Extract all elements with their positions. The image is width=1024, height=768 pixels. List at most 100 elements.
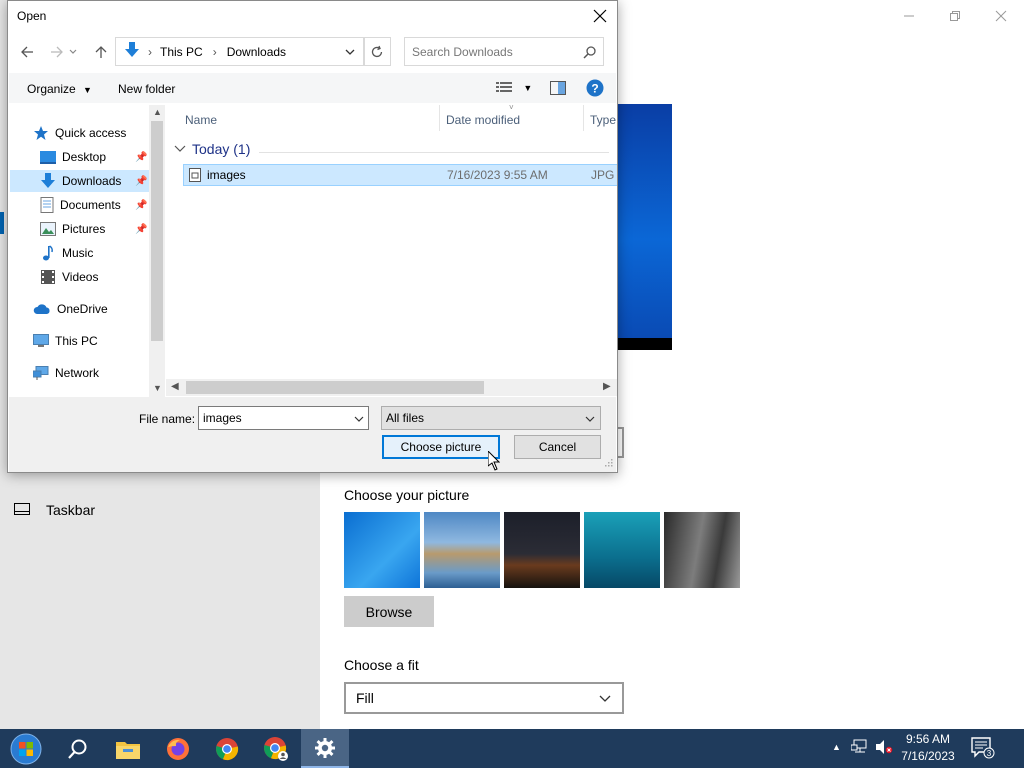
help-button[interactable]: ? <box>586 79 604 100</box>
cloud-icon <box>33 304 50 314</box>
sidebar-item-videos[interactable]: Videos <box>40 266 98 288</box>
chevron-down-icon[interactable] <box>354 413 364 427</box>
column-divider[interactable] <box>583 105 584 131</box>
breadcrumb-downloads[interactable]: Downloads <box>227 45 286 59</box>
scroll-down-icon[interactable]: ▼ <box>153 383 162 393</box>
network-status-icon[interactable] <box>850 739 869 758</box>
scroll-up-icon[interactable]: ▲ <box>153 107 162 117</box>
forward-button[interactable] <box>46 41 68 63</box>
cancel-button[interactable]: Cancel <box>514 435 601 459</box>
search-placeholder: Search Downloads <box>412 44 513 59</box>
restore-icon <box>950 11 960 21</box>
column-divider[interactable] <box>439 105 440 131</box>
restore-button[interactable] <box>932 4 978 28</box>
choose-picture-button[interactable]: Choose picture <box>382 435 500 459</box>
sidebar-item-pictures[interactable]: Pictures <box>40 218 105 240</box>
refresh-icon <box>371 45 383 57</box>
file-date: 7/16/2023 9:55 AM <box>447 168 548 182</box>
pin-icon: 📌 <box>135 224 148 235</box>
notifications-icon: 3 <box>971 737 995 759</box>
download-arrow-icon <box>124 41 140 62</box>
star-icon <box>34 126 48 140</box>
file-name-input[interactable]: images <box>198 406 369 430</box>
settings-nav-taskbar[interactable]: Taskbar <box>14 502 95 518</box>
windows-taskbar: ▲ 9:56 AM 7/16/2023 3 <box>0 729 1024 768</box>
sidebar-item-network[interactable]: Network <box>33 362 99 384</box>
preview-pane-icon <box>550 81 566 95</box>
file-name-value: images <box>203 411 242 425</box>
preview-pane-button[interactable] <box>550 81 566 98</box>
resize-grip-icon[interactable] <box>605 456 613 470</box>
group-divider <box>259 152 609 153</box>
sidebar-item-label: Pictures <box>62 222 106 236</box>
fit-select[interactable]: Fill <box>344 682 624 714</box>
organize-button[interactable]: Organize ▼ <box>27 82 92 96</box>
chevron-down-icon[interactable] <box>344 46 356 61</box>
action-center-button[interactable]: 3 <box>971 737 995 762</box>
view-options-button[interactable]: ▼ <box>496 81 532 96</box>
sidebar-scrollbar-thumb[interactable] <box>151 121 163 341</box>
chevron-down-icon <box>174 145 186 152</box>
column-header-name[interactable]: Name <box>185 113 217 127</box>
back-button[interactable] <box>16 41 38 63</box>
volume-muted-icon[interactable] <box>875 739 893 758</box>
file-type: JPG F <box>591 168 617 182</box>
windows-orb-icon <box>10 733 42 764</box>
taskbar-file-explorer[interactable] <box>104 729 152 768</box>
scroll-left-icon[interactable]: ◀ <box>171 381 179 392</box>
taskbar-clock[interactable]: 9:56 AM 7/16/2023 <box>898 731 958 765</box>
refresh-button[interactable] <box>363 37 391 66</box>
new-folder-button[interactable]: New folder <box>118 82 175 96</box>
start-button[interactable] <box>2 729 50 768</box>
sidebar-item-this-pc[interactable]: This PC <box>33 330 98 352</box>
mouse-cursor-icon <box>487 449 501 474</box>
scroll-right-icon[interactable]: ▶ <box>603 381 611 392</box>
taskbar-firefox[interactable] <box>154 729 202 768</box>
breadcrumb-this-pc[interactable]: This PC <box>160 45 203 59</box>
firefox-icon <box>167 737 189 760</box>
address-bar[interactable]: › This PC › Downloads <box>115 37 365 66</box>
recent-locations-button[interactable] <box>66 41 80 63</box>
documents-icon <box>40 197 54 213</box>
notification-count: 3 <box>987 749 992 758</box>
taskbar-settings[interactable] <box>301 729 349 768</box>
sidebar-item-label: Videos <box>62 270 99 284</box>
taskbar-settings-icon <box>14 502 30 518</box>
sidebar-item-desktop[interactable]: Desktop <box>40 146 106 168</box>
sidebar-item-downloads[interactable]: Downloads <box>10 170 149 192</box>
browse-button[interactable]: Browse <box>344 596 434 627</box>
group-header-today[interactable]: Today (1) <box>174 141 250 157</box>
settings-close-button[interactable] <box>978 4 1024 28</box>
taskbar-search-button[interactable] <box>54 729 102 768</box>
taskbar-chrome-profile[interactable] <box>252 729 300 768</box>
network-icon <box>33 366 49 380</box>
dialog-toolbar: Organize ▼ New folder ▼ ? <box>9 73 616 103</box>
arrow-up-icon <box>95 46 107 58</box>
dialog-close-button[interactable] <box>589 5 611 27</box>
music-icon <box>43 245 53 261</box>
chevron-down-icon: ▼ <box>523 83 533 93</box>
file-row[interactable]: images 7/16/2023 9:55 AM JPG F <box>183 164 617 186</box>
thumbnail-underwater[interactable] <box>584 512 660 588</box>
minimize-button[interactable] <box>886 4 932 28</box>
close-icon <box>995 10 1007 22</box>
up-button[interactable] <box>90 41 112 63</box>
column-header-date-modified[interactable]: Date modified <box>446 113 520 127</box>
sidebar-item-documents[interactable]: Documents <box>40 194 121 216</box>
sidebar-item-music[interactable]: Music <box>40 242 93 264</box>
taskbar-chrome[interactable] <box>203 729 251 768</box>
search-icon <box>583 45 597 62</box>
thumbnail-windows[interactable] <box>344 512 420 588</box>
sidebar-item-quick-access[interactable]: Quick access <box>33 122 126 144</box>
chevron-down-icon <box>69 49 77 54</box>
horizontal-scrollbar-thumb[interactable] <box>186 381 484 394</box>
search-input[interactable]: Search Downloads <box>404 37 604 66</box>
sidebar-item-onedrive[interactable]: OneDrive <box>33 298 108 320</box>
file-name-label: File name: <box>139 412 196 426</box>
thumbnail-beach[interactable] <box>424 512 500 588</box>
thumbnail-rock[interactable] <box>664 512 740 588</box>
show-hidden-icons-button[interactable]: ▲ <box>832 742 841 752</box>
column-header-type[interactable]: Type <box>590 113 616 127</box>
file-type-select[interactable]: All files <box>381 406 601 430</box>
thumbnail-night-sky[interactable] <box>504 512 580 588</box>
